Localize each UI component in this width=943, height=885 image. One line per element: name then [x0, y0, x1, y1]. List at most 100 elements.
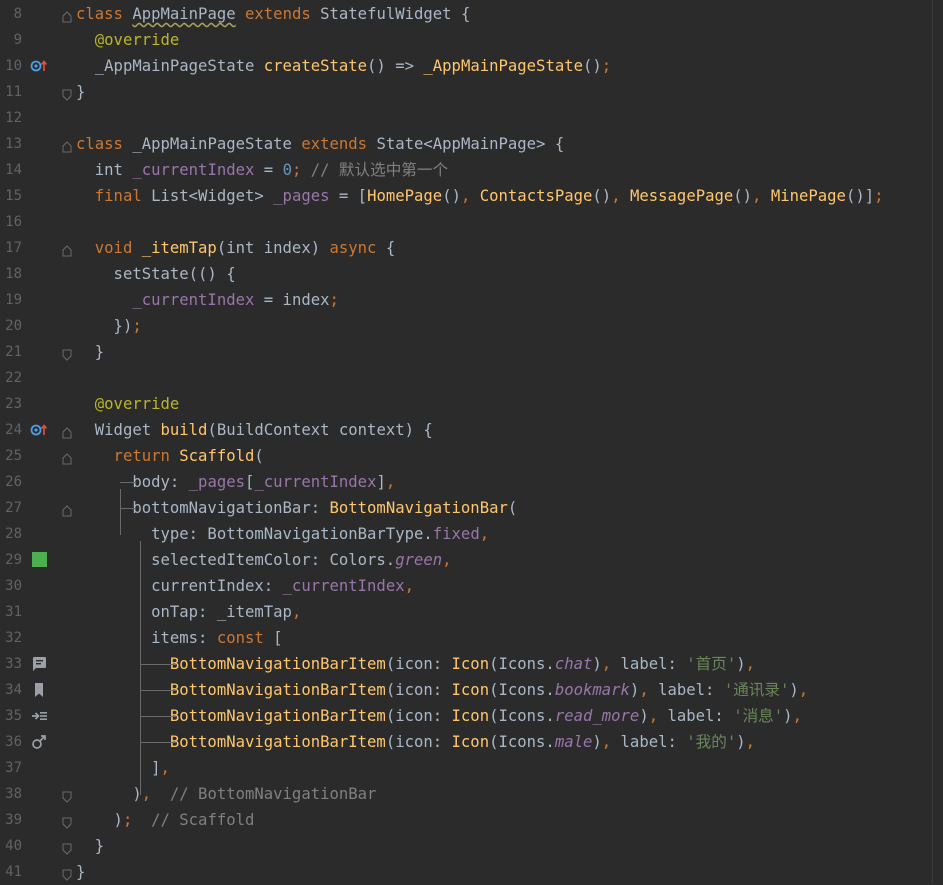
code-line[interactable]: 30 currentIndex: _currentIndex,	[0, 573, 943, 599]
code-token: ,	[460, 187, 480, 205]
code-line[interactable]: 24 Widget build(BuildContext context) {	[0, 417, 943, 443]
fold-marker-icon[interactable]	[62, 346, 72, 361]
code-token: selectedItemColor: Colors.	[76, 551, 396, 569]
override-method-icon[interactable]	[30, 422, 48, 438]
code-editor[interactable]: 8 class AppMainPage extends StatefulWidg…	[0, 0, 943, 883]
code-token: List<Widget>	[151, 187, 274, 205]
color-swatch-icon[interactable]	[30, 552, 48, 568]
line-number: 21	[5, 344, 22, 360]
code-token: ()	[733, 187, 753, 205]
code-line[interactable]: 23 @override	[0, 391, 943, 417]
code-token: Icon	[451, 681, 490, 699]
code-token: ,	[601, 733, 621, 751]
bookmark-icon[interactable]	[30, 682, 48, 698]
line-number: 20	[5, 318, 22, 334]
code-line[interactable]: 12	[0, 105, 943, 131]
code-text: @override	[76, 391, 180, 417]
code-token: _AppMainPageState	[423, 57, 583, 75]
code-line[interactable]: 27 bottomNavigationBar: BottomNavigation…	[0, 495, 943, 521]
code-token: _currentIndex	[254, 473, 377, 491]
code-token: setState(() {	[76, 265, 236, 283]
code-token: ,	[291, 603, 302, 621]
code-line[interactable]: 38 ), // BottomNavigationBar	[0, 781, 943, 807]
line-number: 10	[5, 58, 22, 74]
override-method-icon[interactable]	[30, 58, 48, 74]
code-token: (Icons.	[489, 655, 555, 673]
code-token: extends	[235, 5, 321, 23]
code-line[interactable]: 9 @override	[0, 27, 943, 53]
code-token: (Icons.	[489, 681, 555, 699]
code-line[interactable]: 22	[0, 365, 943, 391]
line-number: 24	[5, 422, 22, 438]
fold-marker-icon[interactable]	[62, 242, 72, 257]
code-line[interactable]: 29 selectedItemColor: Colors.green,	[0, 547, 943, 573]
code-text: int _currentIndex = 0; // 默认选中第一个	[76, 157, 448, 183]
code-line[interactable]: 26 body: _pages[_currentIndex],	[0, 469, 943, 495]
code-line[interactable]: 14 int _currentIndex = 0; // 默认选中第一个	[0, 157, 943, 183]
code-token: class	[76, 135, 133, 153]
fold-marker-icon[interactable]	[62, 86, 72, 101]
male-icon[interactable]	[30, 734, 48, 750]
code-line[interactable]: 40 }	[0, 833, 943, 859]
code-token: ;	[122, 811, 133, 829]
code-token: )	[736, 655, 746, 673]
code-line[interactable]: 20 });	[0, 313, 943, 339]
code-token: (int index)	[216, 239, 330, 257]
code-token: ()]	[845, 187, 875, 205]
read-more-icon[interactable]	[30, 708, 48, 724]
tree-connector	[139, 664, 176, 665]
code-token: _currentIndex	[76, 291, 255, 309]
fold-marker-icon[interactable]	[62, 866, 72, 881]
code-line[interactable]: 37 ],	[0, 755, 943, 781]
code-token: )	[76, 811, 123, 829]
code-token: label:	[620, 733, 687, 751]
code-token: ,	[385, 473, 396, 491]
code-token: () =>	[367, 57, 424, 75]
code-line[interactable]: 31 onTap: _itemTap,	[0, 599, 943, 625]
chat-icon[interactable]	[30, 656, 48, 672]
line-number: 26	[5, 474, 22, 490]
code-line[interactable]: 15 final List<Widget> _pages = [HomePage…	[0, 183, 943, 209]
code-token: ;	[132, 317, 142, 335]
code-line[interactable]: 16	[0, 209, 943, 235]
code-line[interactable]: 28 type: BottomNavigationBarType.fixed,	[0, 521, 943, 547]
code-line[interactable]: 11 }	[0, 79, 943, 105]
code-line[interactable]: 8 class AppMainPage extends StatefulWidg…	[0, 1, 943, 27]
code-token: )	[783, 707, 793, 725]
code-token: (icon:	[385, 733, 452, 751]
line-number: 27	[5, 500, 22, 516]
code-line[interactable]: 19 _currentIndex = index;	[0, 287, 943, 313]
fold-marker-icon[interactable]	[62, 788, 72, 803]
code-token: bottomNavigationBar:	[76, 499, 330, 517]
fold-marker-icon[interactable]	[62, 138, 72, 153]
fold-marker-icon[interactable]	[62, 814, 72, 829]
code-line[interactable]: 13 class _AppMainPageState extends State…	[0, 131, 943, 157]
code-token: label:	[667, 707, 734, 725]
code-token: Icon	[451, 707, 490, 725]
code-text: ), // BottomNavigationBar	[76, 781, 376, 807]
code-line[interactable]: 39 ); // Scaffold	[0, 807, 943, 833]
fold-marker-icon[interactable]	[62, 450, 72, 465]
code-text: void _itemTap(int index) async {	[76, 235, 395, 261]
code-line[interactable]: 41 }	[0, 859, 943, 885]
code-text: @override	[76, 27, 180, 53]
line-number: 41	[5, 864, 22, 880]
code-line[interactable]: 32 items: const [	[0, 625, 943, 651]
fold-marker-icon[interactable]	[62, 840, 72, 855]
code-token: void	[76, 239, 142, 257]
line-number: 17	[5, 240, 22, 256]
code-token: BottomNavigationBarItem	[76, 681, 386, 699]
code-line[interactable]: 21 }	[0, 339, 943, 365]
code-token: _AppMainPageState	[76, 57, 264, 75]
fold-marker-icon[interactable]	[62, 502, 72, 517]
code-text: _AppMainPageState createState() => _AppM…	[76, 53, 611, 79]
code-line[interactable]: 25 return Scaffold(	[0, 443, 943, 469]
code-token: bookmark	[554, 681, 630, 699]
code-token: )	[639, 707, 649, 725]
code-line[interactable]: 10 _AppMainPageState createState() => _A…	[0, 53, 943, 79]
code-line[interactable]: 18 setState(() {	[0, 261, 943, 287]
code-line[interactable]: 17 void _itemTap(int index) async {	[0, 235, 943, 261]
fold-marker-icon[interactable]	[62, 424, 72, 439]
code-token: )	[592, 733, 602, 751]
fold-marker-icon[interactable]	[62, 8, 72, 23]
